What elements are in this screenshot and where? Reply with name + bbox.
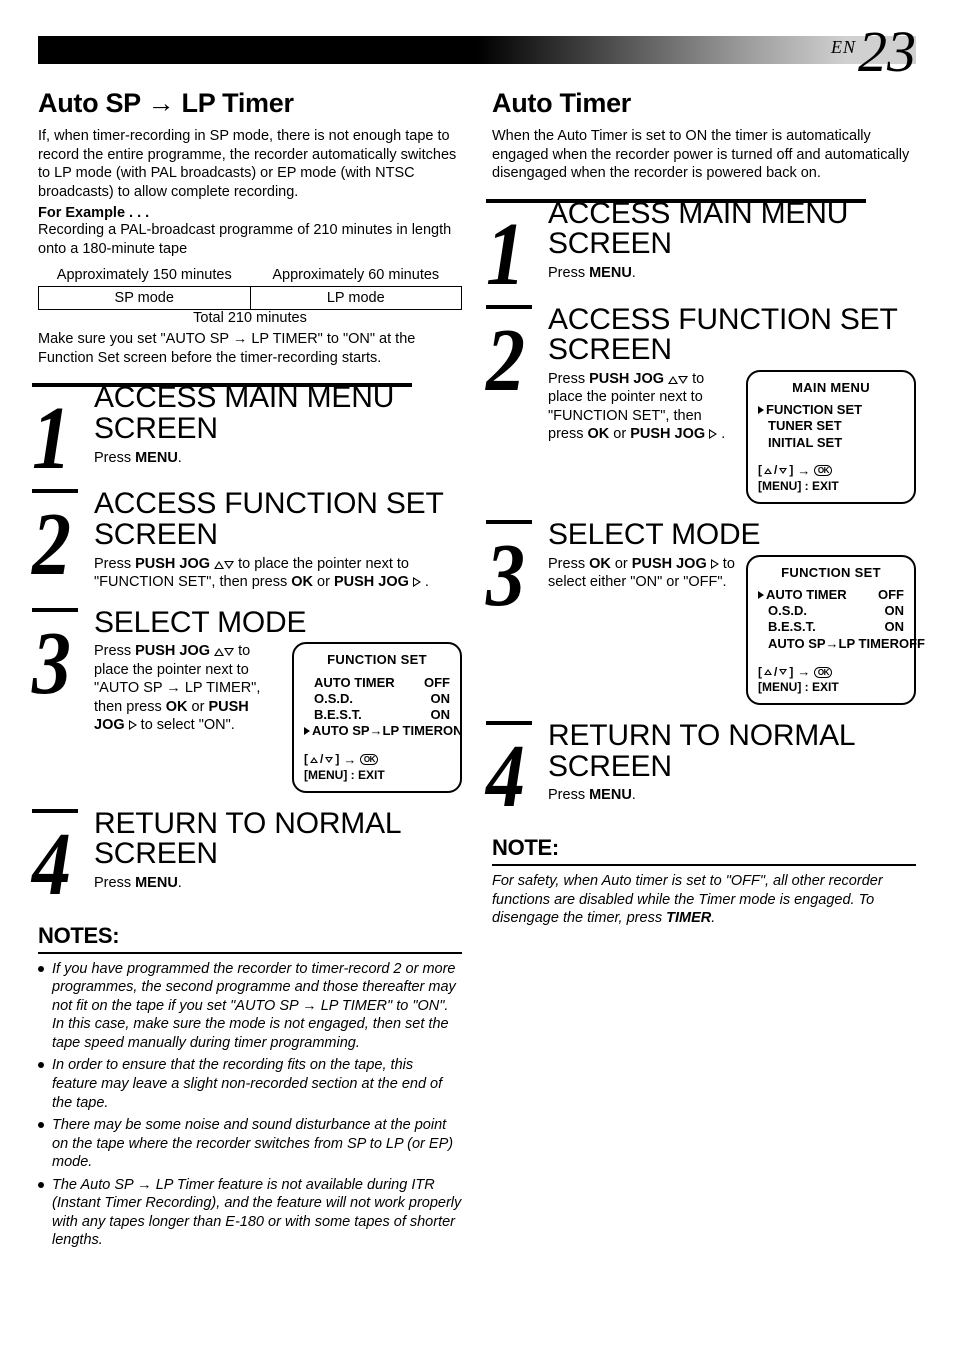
step-4: 4RETURN TO NORMAL SCREENPress MENU.: [38, 809, 462, 899]
notes-heading: NOTES:: [38, 923, 462, 954]
right-column: Auto Timer When the Auto Timer is set to…: [492, 88, 916, 1254]
step-body: Press PUSH JOG to place the pointer next…: [94, 642, 282, 735]
right-intro: When the Auto Timer is set to ON the tim…: [492, 127, 916, 183]
right-heading: Auto Timer: [492, 88, 916, 119]
header-gradient: [38, 36, 916, 64]
step-body: Press MENU.: [94, 449, 462, 468]
post-table: Make sure you set "AUTO SP → LP TIMER" t…: [38, 330, 462, 367]
osd-screen: MAIN MENUFUNCTION SETTUNER SETINITIAL SE…: [746, 370, 916, 504]
page-number: EN23: [831, 18, 916, 85]
triangle-up-icon: [214, 648, 224, 656]
step-title: RETURN TO NORMAL SCREEN: [548, 721, 916, 782]
step-title: RETURN TO NORMAL SCREEN: [94, 809, 462, 870]
note-item: If you have programmed the recorder to t…: [38, 960, 462, 1053]
time-table: Approximately 150 minutes Approximately …: [38, 264, 462, 326]
step-body: Press MENU.: [548, 786, 916, 805]
note-paragraph: For safety, when Auto timer is set to "O…: [492, 872, 916, 928]
triangle-right-icon: [711, 559, 719, 569]
lp-mode-cell: LP mode: [250, 287, 462, 310]
triangle-up-icon: [668, 376, 678, 384]
step-title: ACCESS MAIN MENU SCREEN: [94, 383, 462, 444]
step-title: SELECT MODE: [94, 608, 462, 639]
triangle-down-icon: [224, 561, 234, 569]
total-row: Total 210 minutes: [38, 310, 462, 326]
step-body: Press PUSH JOG to place the pointer next…: [94, 555, 462, 592]
left-column: Auto SP → LP Timer If, when timer-record…: [38, 88, 462, 1254]
step-2: 2ACCESS FUNCTION SET SCREENPress PUSH JO…: [492, 305, 916, 504]
approx-150: Approximately 150 minutes: [39, 264, 251, 287]
step-title: ACCESS FUNCTION SET SCREEN: [94, 489, 462, 550]
step-body: Press PUSH JOG to place the pointer next…: [548, 370, 736, 444]
for-example: For Example . . .: [38, 205, 462, 221]
osd-screen: FUNCTION SETAUTO TIMEROFFO.S.D.ONB.E.S.T…: [746, 555, 916, 706]
triangle-right-icon: [413, 577, 421, 587]
sp-mode-cell: SP mode: [39, 287, 251, 310]
note-item: In order to ensure that the recording fi…: [38, 1056, 462, 1112]
step-body: Press MENU.: [94, 874, 462, 893]
note-item: There may be some noise and sound distur…: [38, 1116, 462, 1172]
step-title: ACCESS FUNCTION SET SCREEN: [548, 305, 916, 366]
note-heading: NOTE:: [492, 835, 916, 866]
triangle-up-icon: [214, 561, 224, 569]
triangle-right-icon: [129, 720, 137, 730]
step-body: Press MENU.: [548, 264, 916, 283]
triangle-right-icon: [709, 429, 717, 439]
step-body: Press OK or PUSH JOG to select either "O…: [548, 555, 736, 592]
step-3: 3SELECT MODEPress PUSH JOG to place the …: [38, 608, 462, 793]
step-4: 4RETURN TO NORMAL SCREENPress MENU.: [492, 721, 916, 811]
step-1: 1ACCESS MAIN MENU SCREENPress MENU.: [492, 199, 916, 289]
step-3: 3SELECT MODEPress OK or PUSH JOG to sele…: [492, 520, 916, 705]
step-1: 1ACCESS MAIN MENU SCREENPress MENU.: [38, 383, 462, 473]
header-band: EN23: [38, 28, 916, 78]
step-title: ACCESS MAIN MENU SCREEN: [548, 199, 916, 260]
example-line: Recording a PAL-broadcast programme of 2…: [38, 221, 462, 258]
approx-60: Approximately 60 minutes: [250, 264, 462, 287]
left-heading: Auto SP → LP Timer: [38, 88, 462, 119]
notes-list: If you have programmed the recorder to t…: [38, 960, 462, 1250]
step-2: 2ACCESS FUNCTION SET SCREENPress PUSH JO…: [38, 489, 462, 591]
step-title: SELECT MODE: [548, 520, 916, 551]
osd-screen: FUNCTION SETAUTO TIMEROFFO.S.D.ONB.E.S.T…: [292, 642, 462, 793]
left-intro: If, when timer-recording in SP mode, the…: [38, 127, 462, 201]
note-item: The Auto SP → LP Timer feature is not av…: [38, 1176, 462, 1250]
triangle-down-icon: [678, 376, 688, 384]
triangle-down-icon: [224, 648, 234, 656]
